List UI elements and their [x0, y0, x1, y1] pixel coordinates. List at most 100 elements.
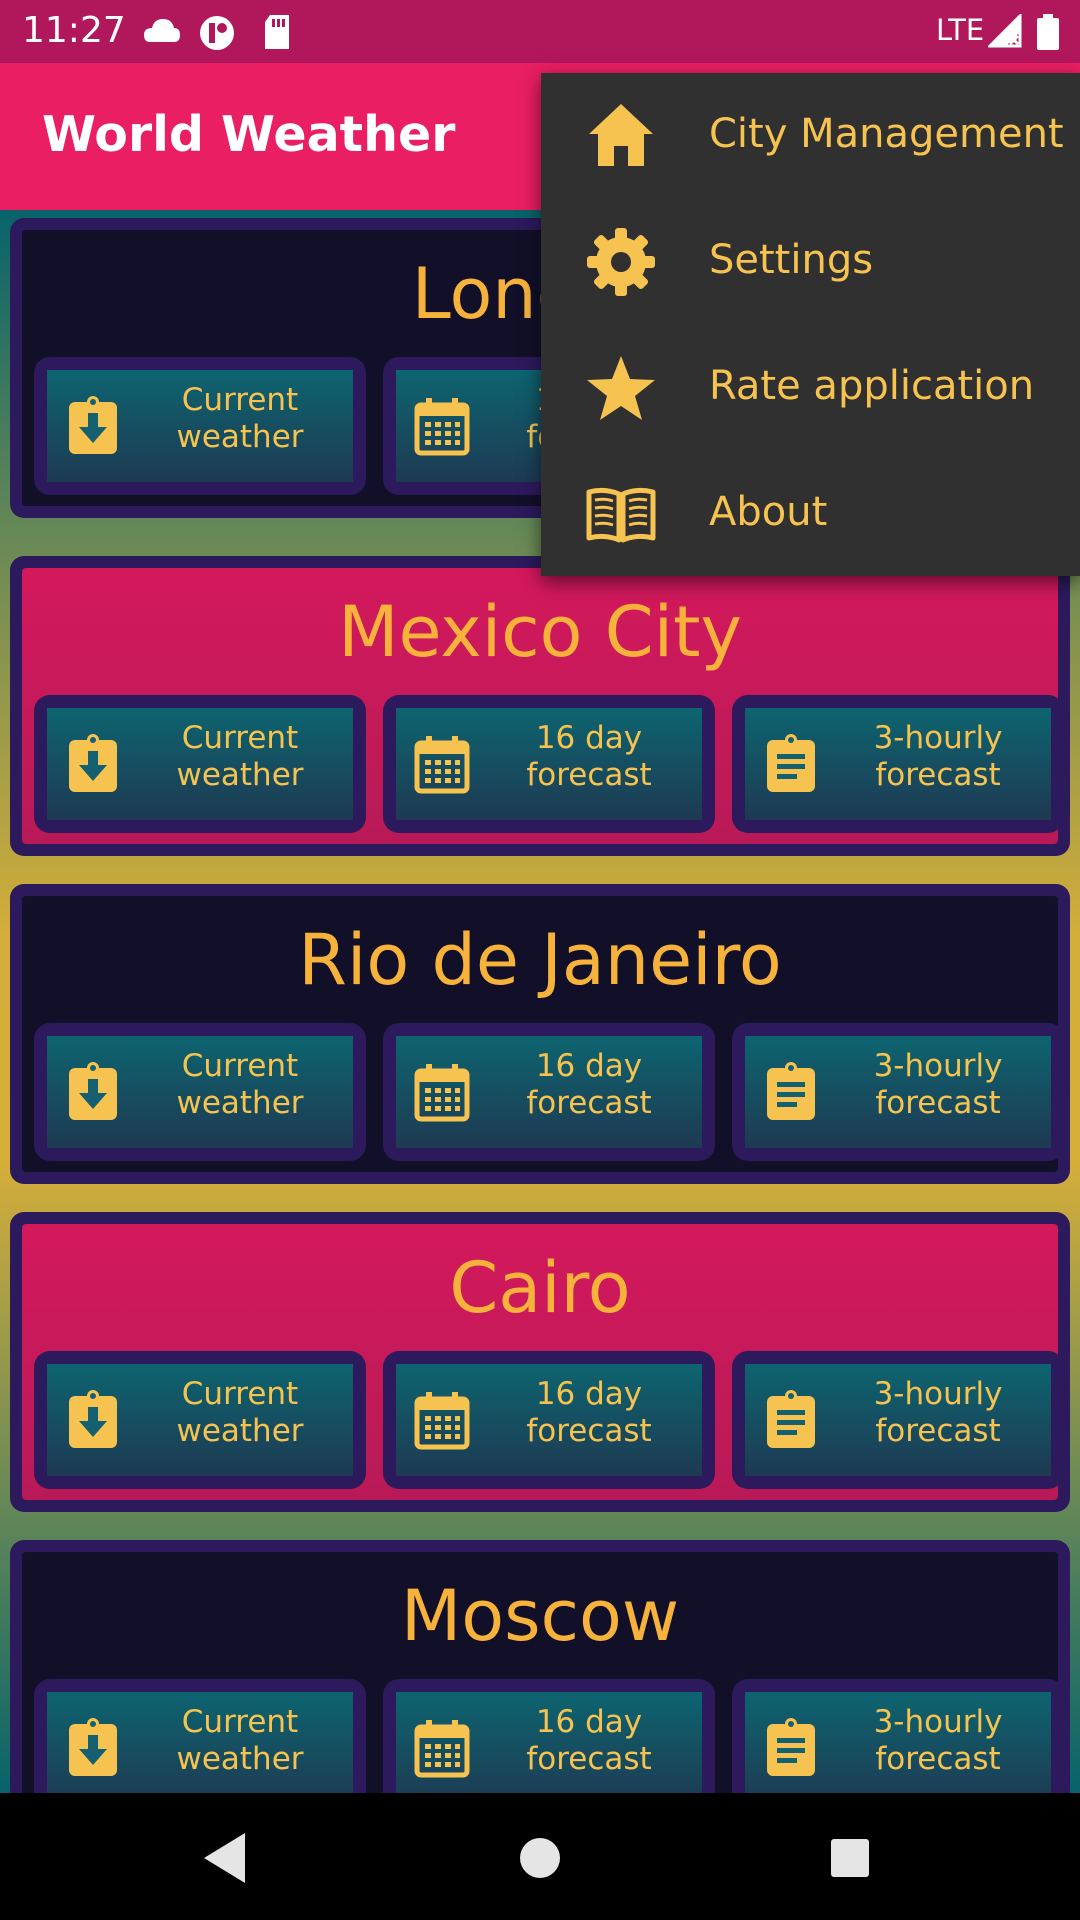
clipboard-list-icon — [761, 734, 821, 794]
button-label: 16 dayforecast — [482, 1704, 696, 1778]
button-face: Current weather — [47, 1692, 353, 1793]
button-label-line: forecast — [526, 1741, 652, 1777]
button-label-line: 3-hourly — [873, 1704, 1003, 1740]
button-label: Current weather — [133, 382, 347, 456]
button-label-line: forecast — [526, 757, 652, 793]
status-bar: 11:27 LTE — [0, 0, 1080, 63]
recents-button[interactable] — [815, 1823, 885, 1893]
button-label-line: weather — [176, 1085, 304, 1121]
button-label: Current weather — [133, 720, 347, 794]
current-weather-button[interactable]: Current weather — [34, 695, 366, 833]
menu-item-settings[interactable]: Settings — [541, 199, 1080, 325]
button-label: 3-hourlyforecast — [831, 1376, 1045, 1450]
signal-icon — [988, 14, 1022, 48]
button-label-line: Current — [181, 1376, 299, 1412]
button-face: Current weather — [47, 370, 353, 482]
current-weather-button[interactable]: Current weather — [34, 1679, 366, 1793]
book-icon — [586, 487, 656, 543]
button-label-line: 16 day — [535, 1048, 643, 1084]
button-face: 16 dayforecast — [396, 1036, 702, 1148]
forecast-16-day-button[interactable]: 16 dayforecast — [383, 1679, 715, 1793]
city-card: Moscow Current weather 16 day forecast 3-hour… — [10, 1540, 1070, 1793]
battery-icon — [1037, 14, 1059, 50]
button-label: Current weather — [133, 1704, 347, 1778]
button-label-line: Current — [181, 1048, 299, 1084]
clipboard-download-icon — [63, 1062, 123, 1122]
overflow-menu: City Management Settings Rate applicatio… — [541, 73, 1080, 576]
calendar-icon — [412, 396, 472, 456]
current-weather-button[interactable]: Current weather — [34, 1351, 366, 1489]
back-button[interactable] — [190, 1823, 260, 1893]
menu-item-city-management[interactable]: City Management — [541, 73, 1080, 199]
button-label: 16 dayforecast — [482, 1048, 696, 1122]
home-icon — [589, 104, 653, 166]
current-weather-button[interactable]: Current weather — [34, 1023, 366, 1161]
status-time: 11:27 — [22, 10, 126, 51]
button-label-line: Current — [181, 1704, 299, 1740]
button-label-line: Current — [181, 720, 299, 756]
button-face: Current weather — [47, 1036, 353, 1148]
forecast-16-day-button[interactable]: 16 dayforecast — [383, 1351, 715, 1489]
calendar-icon — [412, 1390, 472, 1450]
button-face: 16 dayforecast — [396, 708, 702, 820]
menu-item-rate-application[interactable]: Rate application — [541, 325, 1080, 451]
forecast-3-hourly-button[interactable]: 3-hourlyforecast — [732, 695, 1064, 833]
clipboard-download-icon — [63, 396, 123, 456]
sd-card-icon — [265, 15, 289, 49]
clipboard-list-icon — [761, 1390, 821, 1450]
city-name[interactable]: Mexico City — [22, 586, 1058, 678]
forecast-3-hourly-button[interactable]: 3-hourlyforecast — [732, 1679, 1064, 1793]
city-name[interactable]: Cairo — [22, 1242, 1058, 1334]
button-face: 3-hourlyforecast — [745, 1036, 1051, 1148]
button-face: 3-hourlyforecast — [745, 708, 1051, 820]
button-label-line: weather — [176, 1413, 304, 1449]
cloud-icon — [144, 19, 180, 42]
button-face: 3-hourlyforecast — [745, 1692, 1051, 1793]
button-label-line: forecast — [875, 1085, 1001, 1121]
app-title: World Weather — [42, 106, 456, 163]
forecast-16-day-button[interactable]: 16 dayforecast — [383, 1023, 715, 1161]
forecast-16-day-button[interactable]: 16 dayforecast — [383, 695, 715, 833]
card-panel: Cairo Current weather 16 day forecast 3-hourl… — [22, 1224, 1064, 1500]
button-label-line: 16 day — [535, 1704, 643, 1740]
calendar-icon — [412, 734, 472, 794]
clipboard-download-icon — [63, 734, 123, 794]
button-label-line: 3-hourly — [873, 1048, 1003, 1084]
menu-label: Settings — [709, 237, 874, 283]
button-label-line: forecast — [526, 1413, 652, 1449]
clipboard-download-icon — [63, 1718, 123, 1778]
current-weather-button[interactable]: Current weather — [34, 357, 366, 495]
forecast-3-hourly-button[interactable]: 3-hourlyforecast — [732, 1351, 1064, 1489]
navigation-bar — [0, 1793, 1080, 1920]
button-face: 16 dayforecast — [396, 1364, 702, 1476]
button-face: 3-hourlyforecast — [745, 1364, 1051, 1476]
menu-item-about[interactable]: About — [541, 451, 1080, 577]
gear-icon — [587, 228, 655, 296]
home-button[interactable] — [505, 1823, 575, 1893]
menu-label: About — [709, 489, 828, 535]
button-label: 3-hourlyforecast — [831, 1704, 1045, 1778]
star-icon — [587, 356, 655, 420]
calendar-icon — [412, 1718, 472, 1778]
button-label-line: forecast — [526, 1085, 652, 1121]
clipboard-list-icon — [761, 1718, 821, 1778]
button-label: 16 dayforecast — [482, 720, 696, 794]
button-label-line: weather — [176, 757, 304, 793]
card-panel: Moscow Current weather 16 day forecast 3-hour… — [22, 1552, 1064, 1793]
card-panel: Rio de Janeiro Current weather 16 day foreca… — [22, 896, 1064, 1172]
button-label: Current weather — [133, 1376, 347, 1450]
button-label: 3-hourlyforecast — [831, 1048, 1045, 1122]
city-name[interactable]: Rio de Janeiro — [22, 914, 1058, 1006]
button-label-line: forecast — [875, 1413, 1001, 1449]
button-label-line: weather — [176, 419, 304, 455]
city-card: Mexico City Current weather 16 day forecast 3… — [10, 556, 1070, 856]
button-label-line: forecast — [875, 757, 1001, 793]
button-label-line: 3-hourly — [873, 1376, 1003, 1412]
city-name[interactable]: Moscow — [22, 1570, 1058, 1662]
button-face: Current weather — [47, 1364, 353, 1476]
button-label-line: weather — [176, 1741, 304, 1777]
forecast-3-hourly-button[interactable]: 3-hourlyforecast — [732, 1023, 1064, 1161]
button-label-line: 3-hourly — [873, 720, 1003, 756]
button-label-line: 16 day — [535, 1376, 643, 1412]
city-card: Cairo Current weather 16 day forecast 3-hourl… — [10, 1212, 1070, 1512]
